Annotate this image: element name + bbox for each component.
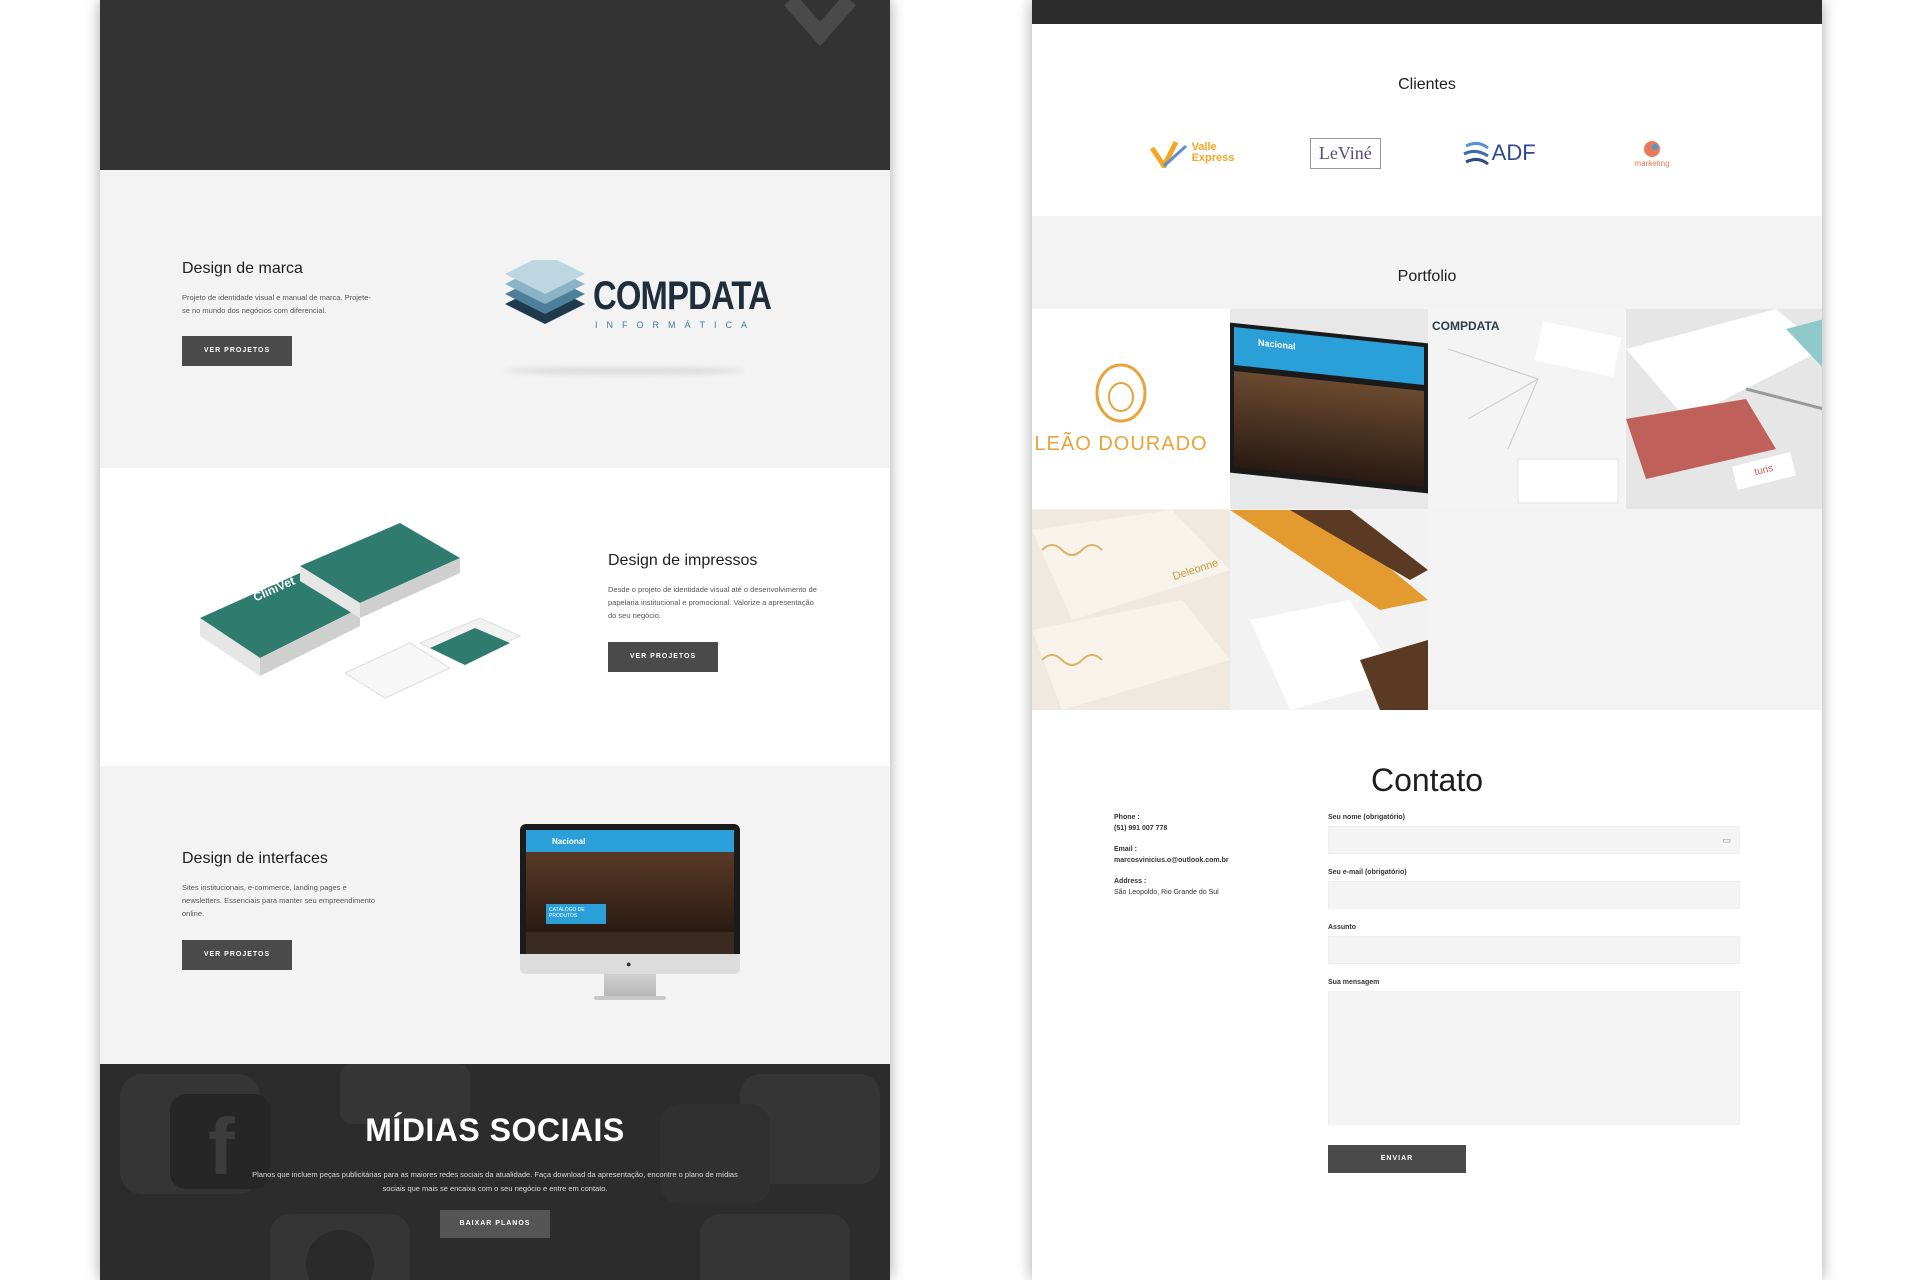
social-section-text: Planos que incluem peças publicitárias p… (252, 1170, 738, 1193)
gold-pattern-cards (1032, 510, 1230, 710)
name-field-label: Seu nome (obrigatório) (1328, 814, 1405, 821)
tv-screen-wine (1234, 371, 1424, 487)
print-section-title: Design de impressos (608, 552, 758, 569)
portfolio-tile-deleonne[interactable]: Deleonne (1032, 510, 1230, 710)
brand-section-title: Design de marca (182, 260, 303, 277)
marketing-bird-icon (1643, 140, 1660, 157)
lion-emblem-icon (1095, 363, 1147, 423)
logo-reflection (505, 368, 745, 374)
brand-design-section: Design de marca Projeto de identidade vi… (100, 170, 890, 468)
business-cards-illustration (200, 523, 522, 699)
clients-logos-row: Valle Express LeViné ADF marketing (1132, 128, 1712, 178)
contact-section: Contato Phone : (51) 991 007 778 Email :… (1032, 710, 1822, 1280)
message-field-label: Sua mensagem (1328, 979, 1380, 986)
client-logo-adf[interactable]: ADF (1439, 128, 1559, 178)
print-design-section: CliniVet Design de impressos Desde o pro… (100, 468, 890, 766)
social-media-section: f MÍDIAS SOCIAIS Planos que incluem peça… (100, 1064, 890, 1280)
client-logo-valle-express[interactable]: Valle Express (1132, 128, 1252, 178)
social-section-title: MÍDIAS SOCIAIS (365, 1112, 625, 1148)
contact-title: Contato (1370, 762, 1484, 798)
portfolio-tile-leao-dourado[interactable]: LEÃO DOURADO (1032, 309, 1230, 509)
subject-input[interactable] (1328, 936, 1740, 964)
address-label: Address : (1114, 878, 1147, 885)
adf-wave-icon (1462, 141, 1489, 166)
screen-wine-cellar: CATÁLOGO DE PRODUTOS (526, 852, 734, 932)
chevron-decoration (784, 0, 856, 47)
send-button[interactable]: ENVIAR (1328, 1145, 1466, 1173)
print-view-projects-button[interactable]: VER PROJETOS (608, 642, 718, 672)
screen-header: Nacional (526, 830, 734, 852)
clients-section: Clientes Valle Express LeViné ADF market… (1032, 24, 1822, 216)
monitor-stand (604, 974, 656, 998)
phone-label: Phone : (1114, 814, 1140, 821)
clients-title: Clientes (1398, 76, 1456, 93)
compdata-logo-subtext: INFORMÁTICA (595, 320, 756, 330)
brand-section-text: Projeto de identidade visual e manual de… (182, 293, 371, 315)
imac-mockup: Nacional CATÁLOGO DE PRODUTOS ● (520, 824, 740, 1014)
marketing-logo-text: marketing (1634, 158, 1670, 168)
portfolio-tile-turis[interactable]: turis (1626, 309, 1822, 509)
email-field-label: Seu e-mail (obrigatório) (1328, 869, 1407, 876)
ui-section-text: Sites institucionais, e-commerce, landin… (182, 883, 376, 918)
portfolio-title: Portfolio (1397, 268, 1457, 285)
ui-view-projects-button[interactable]: VER PROJETOS (182, 940, 292, 970)
portfolio-grid: LEÃO DOURADO Nacional COMPDATA turis Del… (1032, 309, 1822, 710)
portfolio-tile-compdata[interactable]: COMPDATA (1428, 309, 1626, 509)
apple-logo-icon: ● (626, 959, 632, 969)
valle-express-line2: Express (1191, 152, 1235, 164)
portfolio-tile-nacional-tv[interactable]: Nacional (1230, 309, 1428, 509)
portfolio-section: Portfolio LEÃO DOURADO Nacional COMPDATA… (1032, 216, 1822, 710)
screen-banner: CATÁLOGO DE PRODUTOS (546, 904, 606, 924)
subject-field-label: Assunto (1328, 924, 1356, 931)
monitor-screen: Nacional CATÁLOGO DE PRODUTOS (526, 830, 734, 954)
clinivet-cards-mockup: CliniVet (190, 518, 560, 718)
right-page-mockup: Clientes Valle Express LeViné ADF market… (1032, 0, 1822, 1280)
email-input[interactable] (1328, 881, 1740, 909)
levine-logo-text: LeViné (1309, 137, 1381, 169)
client-logo-marketing[interactable]: marketing (1592, 128, 1712, 178)
compdata-tile-text: COMPDATA (1432, 319, 1500, 333)
email-label: Email : (1114, 846, 1137, 853)
compdata-logo-text: COMPDATA (593, 274, 772, 318)
monitor-base (594, 996, 666, 1000)
address-value: São Leopoldo, Rio Grande do Sul (1114, 889, 1219, 896)
contact-form: Seu nome (obrigatório) ▭ Seu e-mail (obr… (1328, 814, 1740, 1173)
contact-info: Phone : (51) 991 007 778 Email : marcosv… (1114, 814, 1294, 896)
left-page-mockup: Design de marca Projeto de identidade vi… (100, 0, 890, 1280)
valle-express-icon (1149, 140, 1187, 168)
top-strip-dark (1032, 0, 1822, 24)
stationery-illustration (1626, 309, 1822, 479)
client-logo-levine[interactable]: LeViné (1285, 128, 1405, 178)
name-input[interactable]: ▭ (1328, 826, 1740, 854)
top-hero-dark (100, 0, 890, 170)
adf-logo-text: ADF (1491, 140, 1536, 165)
message-textarea[interactable] (1328, 991, 1740, 1125)
network-lines-decoration (1447, 321, 1622, 504)
contact-card-icon: ▭ (1722, 835, 1731, 845)
email-value: marcosvinicius.o@outlook.com.br (1114, 857, 1229, 864)
compdata-layers-icon (505, 260, 585, 324)
compdata-logo: COMPDATA INFORMÁTICA (495, 260, 775, 380)
leao-dourado-text: LEÃO DOURADO (1034, 433, 1208, 455)
phone-value: (51) 991 007 778 (1114, 825, 1168, 832)
print-section-text: Desde o projeto de identidade visual até… (608, 585, 817, 620)
ui-section-title: Design de interfaces (182, 850, 328, 867)
download-plans-button[interactable]: BAIXAR PLANOS (440, 1210, 550, 1238)
orange-brown-stationery (1230, 510, 1428, 710)
portfolio-tile-orange-stationery[interactable] (1230, 510, 1428, 710)
brand-view-projects-button[interactable]: VER PROJETOS (182, 336, 292, 366)
interface-design-section: Design de interfaces Sites institucionai… (100, 766, 890, 1064)
